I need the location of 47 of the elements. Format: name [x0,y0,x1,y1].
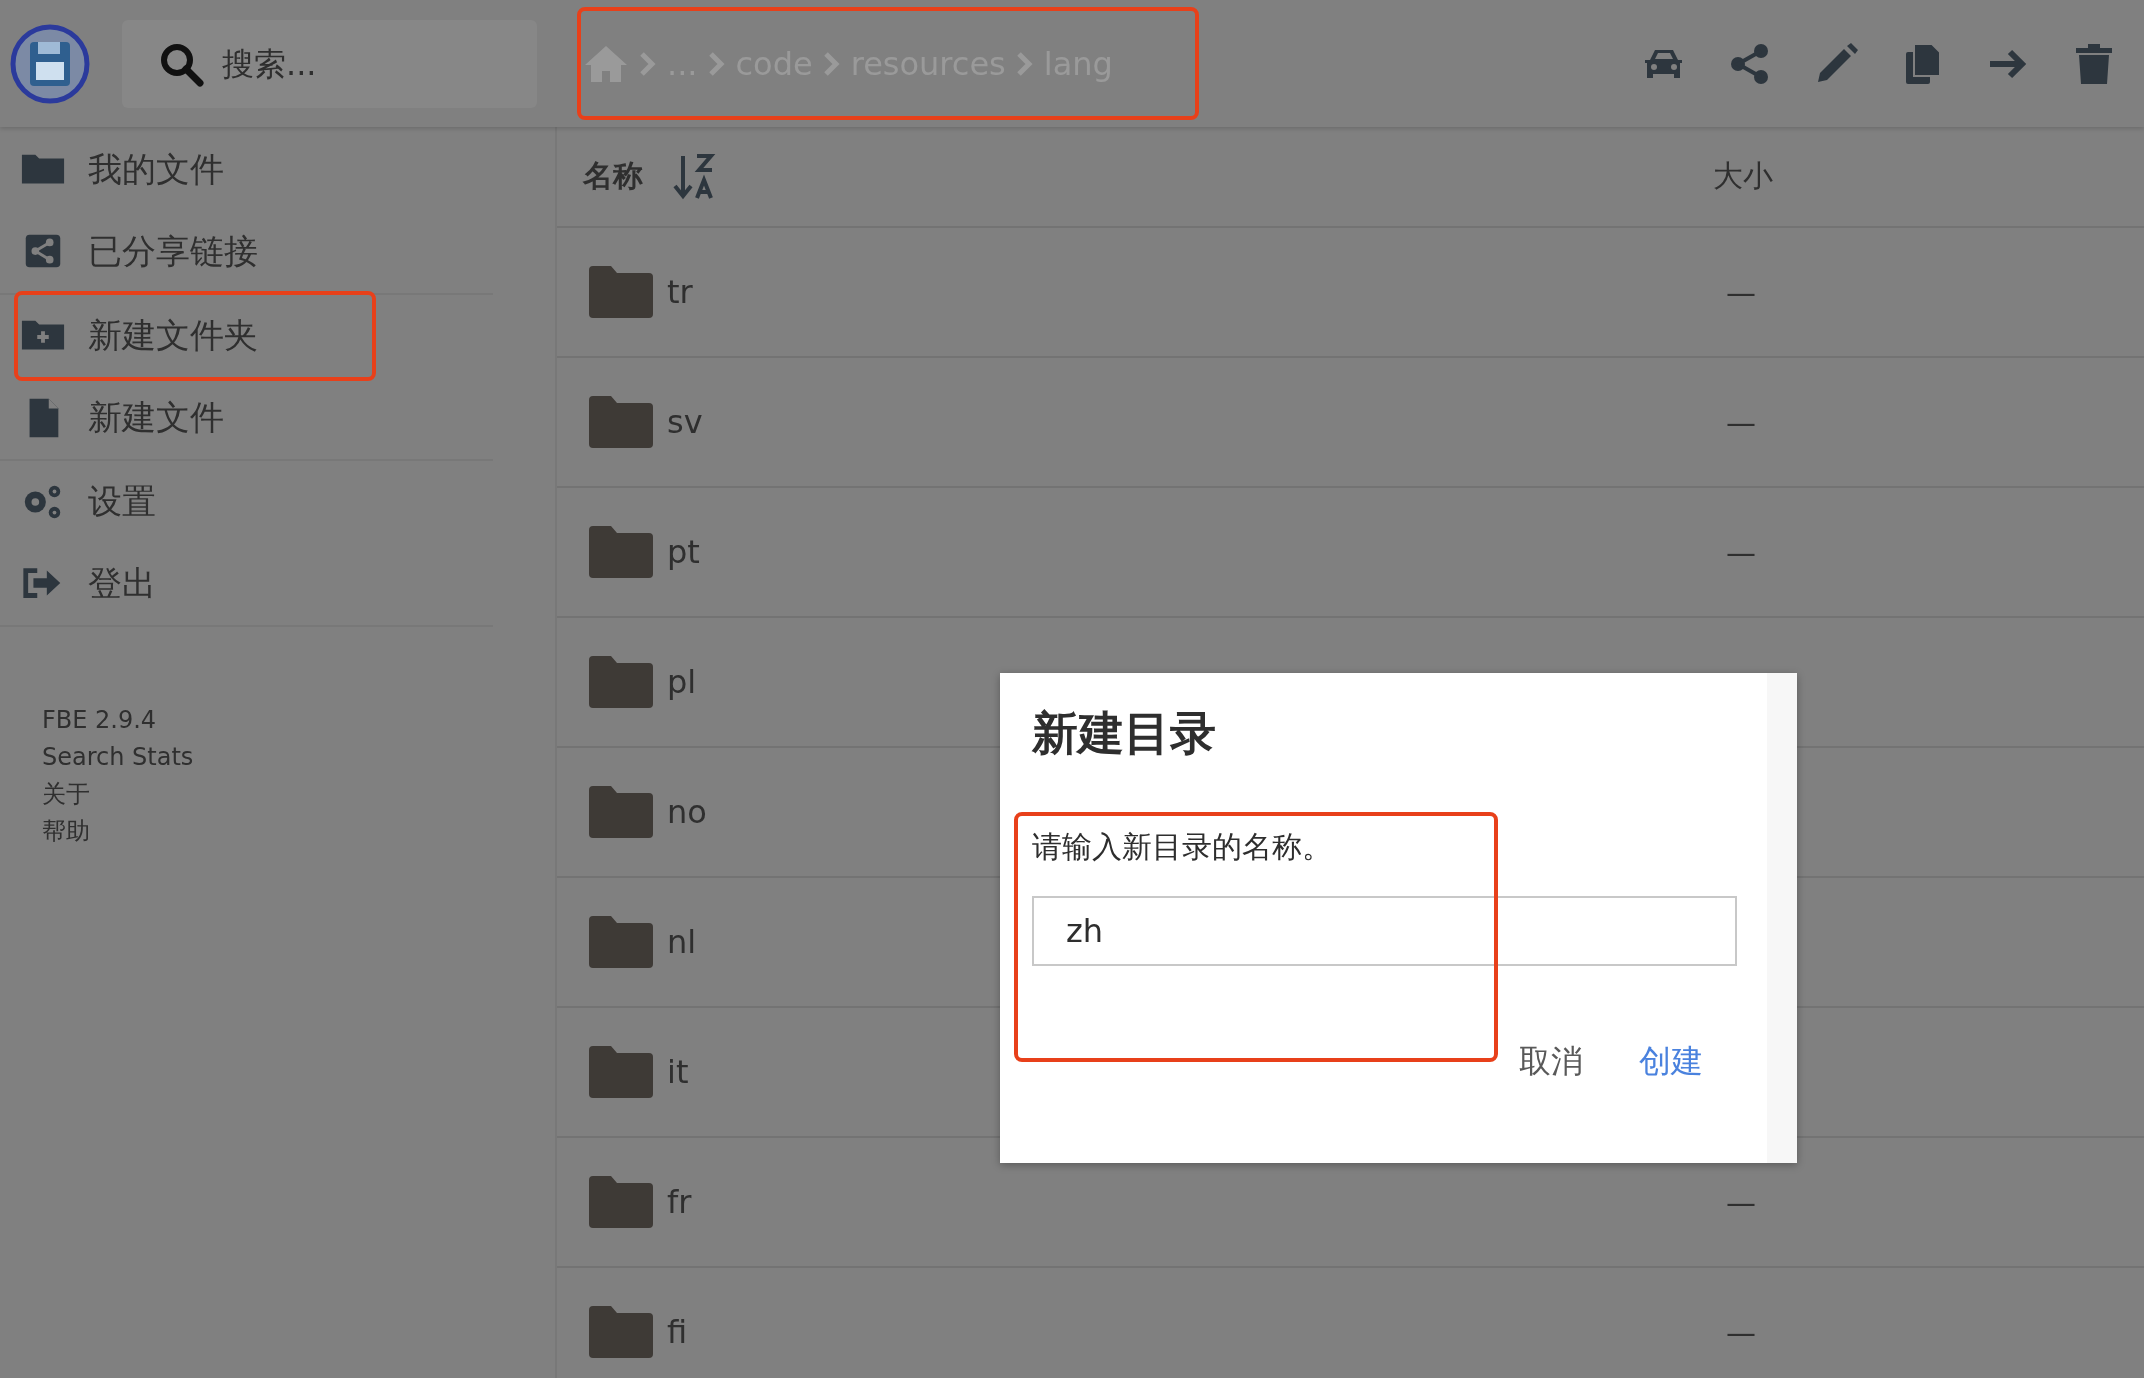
file-name[interactable]: it [667,1053,689,1091]
file-name[interactable]: fr [667,1183,692,1221]
search-field[interactable]: 搜索... [122,19,537,108]
sidebar-item[interactable]: 登出 [0,543,493,625]
folder-icon [589,786,653,838]
dialog-prompt: 请输入新目录的名称。 [1032,828,1333,866]
chevron-icon [822,50,841,77]
file-name[interactable]: nl [667,923,697,961]
column-header[interactable]: 大小 [1713,156,1773,197]
footer-link[interactable]: 关于 [42,776,555,813]
file-name[interactable]: tr [667,273,693,311]
footer-link[interactable]: FBE 2.9.4 [42,702,555,739]
folder-icon [589,396,653,448]
chevron-icon [1015,50,1034,77]
chevron-icon [707,50,726,77]
sort-icon[interactable] [673,151,717,202]
file-size: — [1725,1314,1757,1350]
file-name[interactable]: no [667,793,707,831]
cancel-button[interactable]: 取消 [1511,1034,1591,1090]
folder-icon [589,266,653,318]
chevron-icon [639,50,657,77]
footer-link[interactable]: 帮助 [42,813,555,850]
file-size: — [1725,1184,1757,1220]
file-size: — [1725,274,1757,310]
logo-icon[interactable] [10,23,90,104]
folder-icon [589,1046,653,1098]
file-name[interactable]: fi [667,1313,688,1351]
create-button[interactable]: 创建 [1631,1034,1711,1090]
sidebar-item[interactable]: 已分享链接 [0,211,493,293]
folder-icon [589,916,653,968]
sidebar-item[interactable]: 设置 [0,461,493,543]
folder-icon [589,656,653,708]
file-name[interactable]: sv [667,403,703,441]
sidebar-item[interactable]: 新建文件 [0,377,493,459]
file-size: — [1725,534,1757,570]
folder-icon [589,1176,653,1228]
column-header[interactable]: 名称 [583,156,643,197]
sidebar-item[interactable]: 新建文件夹 [0,295,493,377]
folder-icon [589,1306,653,1358]
name-field[interactable]: zh [1032,896,1737,966]
folder-icon [589,526,653,578]
file-name[interactable]: pt [667,533,700,571]
file-name[interactable]: pl [667,663,697,701]
file-size: — [1725,404,1757,440]
footer-link[interactable]: Search Stats [42,739,555,776]
sidebar-item[interactable]: 我的文件 [0,129,493,211]
dialog-title: 新建目录 [1032,705,1217,762]
